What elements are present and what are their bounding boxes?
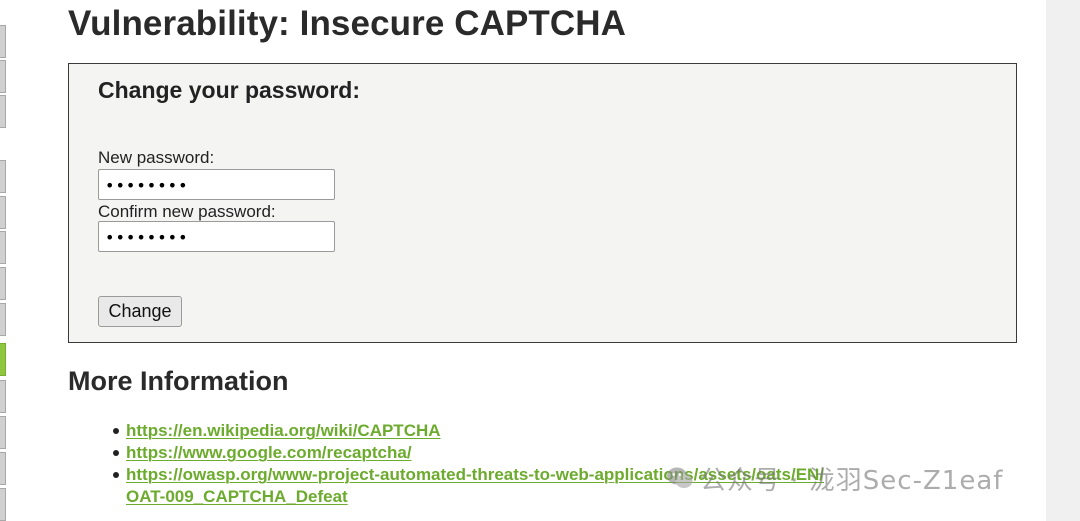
sidebar-item[interactable] [0, 452, 6, 485]
link-line-2: OAT-009_CAPTCHA_Defeat [126, 487, 348, 506]
sidebar-item-insecure-captcha[interactable] [0, 343, 6, 376]
sidebar-item[interactable] [0, 416, 6, 449]
wikipedia-captcha-link[interactable]: https://en.wikipedia.org/wiki/CAPTCHA [126, 421, 441, 440]
sidebar-item[interactable] [0, 196, 6, 229]
form-heading: Change your password: [98, 77, 360, 103]
list-item: https://en.wikipedia.org/wiki/CAPTCHA [68, 420, 824, 442]
more-information-heading: More Information [68, 366, 289, 396]
new-password-field[interactable]: •••••••• [98, 169, 335, 200]
sidebar-item[interactable] [0, 160, 6, 193]
list-item: https://owasp.org/www-project-automated-… [68, 464, 824, 508]
sidebar-menu [0, 0, 7, 521]
bullet-icon [113, 450, 119, 456]
sidebar-item[interactable] [0, 95, 6, 128]
link-line-1: https://owasp.org/www-project-automated-… [126, 465, 825, 484]
sidebar-item[interactable] [0, 231, 6, 264]
confirm-password-label: Confirm new password: [98, 202, 276, 221]
page-title: Vulnerability: Insecure CAPTCHA [68, 4, 627, 43]
sidebar-item[interactable] [0, 25, 6, 58]
sidebar-item[interactable] [0, 380, 6, 413]
bullet-icon [113, 428, 119, 434]
vulnerable-code-area: Change your password: New password: ••••… [68, 63, 1017, 343]
change-button[interactable]: Change [98, 296, 182, 327]
sidebar-item[interactable] [0, 488, 6, 521]
confirm-password-field[interactable]: •••••••• [98, 221, 335, 252]
sidebar-item[interactable] [0, 267, 6, 300]
bullet-icon [113, 472, 119, 478]
owasp-captcha-defeat-link[interactable]: https://owasp.org/www-project-automated-… [126, 464, 824, 508]
sidebar-item[interactable] [0, 303, 6, 336]
right-margin [1046, 0, 1080, 521]
sidebar-item[interactable] [0, 60, 6, 93]
list-item: https://www.google.com/recaptcha/ [68, 442, 824, 464]
reference-links-list: https://en.wikipedia.org/wiki/CAPTCHA ht… [68, 420, 824, 508]
google-recaptcha-link[interactable]: https://www.google.com/recaptcha/ [126, 443, 412, 462]
new-password-label: New password: [98, 148, 215, 167]
